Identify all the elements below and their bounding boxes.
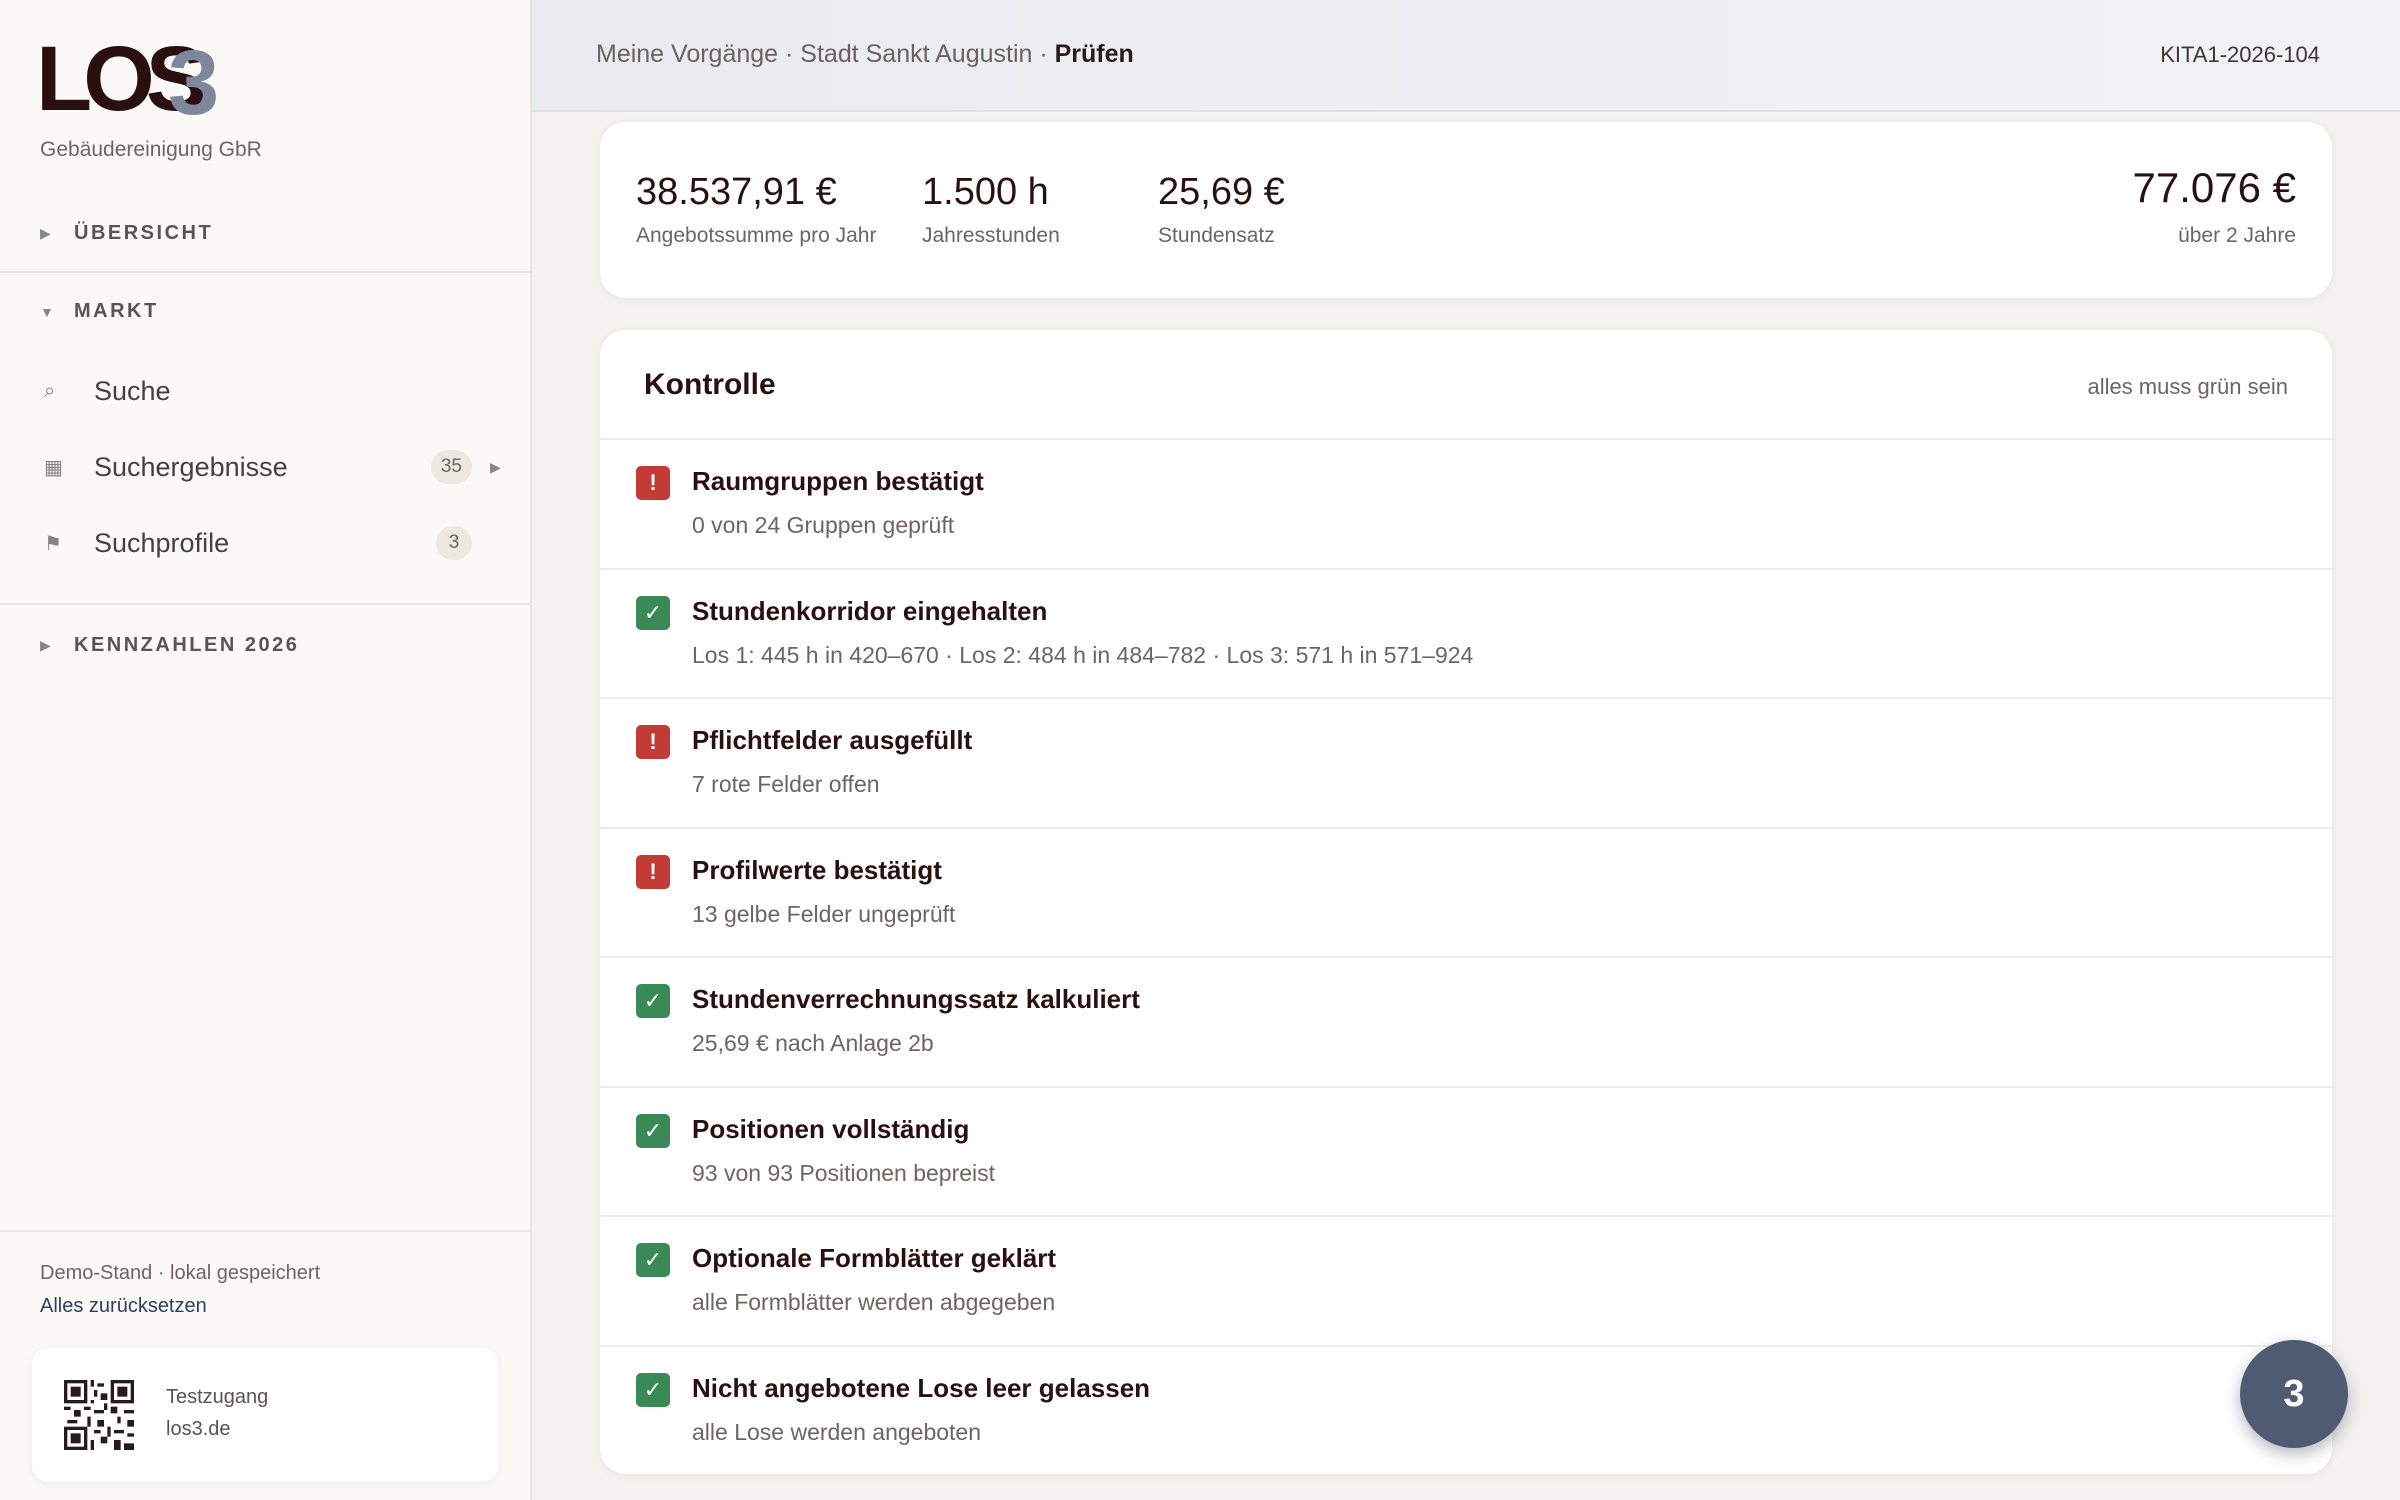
stat-label: Jahresstunden — [922, 224, 1060, 247]
check-title: Profilwerte bestätigt — [692, 854, 942, 885]
storage-status: Demo-Stand · lokal gespeichert — [40, 1262, 321, 1284]
notification-fab[interactable]: 3 — [2240, 1340, 2348, 1448]
control-hint: alles muss grün sein — [2087, 374, 2288, 399]
check-title: Optionale Formblätter geklärt — [692, 1243, 1057, 1273]
sidebar-item-search[interactable]: ⌕ Suche — [44, 366, 504, 416]
stat-label: Stundensatz — [1158, 224, 1275, 247]
check-item[interactable]: ✓ Positionen vollständig 93 von 93 Positio… — [600, 1088, 2332, 1217]
grid-icon: ▦ — [44, 456, 63, 479]
check-icon: ✓ — [636, 595, 670, 630]
alert-icon: ! — [636, 466, 670, 500]
control-header: Kontrolle alles muss grün sein — [600, 330, 2332, 440]
check-icon: ✓ — [636, 1372, 670, 1407]
control-title: Kontrolle — [644, 368, 776, 401]
sidebar-item-label: Suchergebnisse — [94, 451, 288, 482]
sidebar-item-label: Suche — [94, 375, 171, 406]
sidebar: LOS 3 Gebäudereinigung GbR ▶ ÜBERSICHT ▼… — [0, 0, 532, 1500]
check-item[interactable]: ✓ Optionale Formblätter geklärt alle Formb… — [600, 1217, 2332, 1347]
check-title: Raumgruppen bestätigt — [692, 466, 984, 496]
stat-label: Angebotssumme pro Jahr — [636, 224, 877, 247]
breadcrumb: Meine Vorgänge · Stadt Sankt Augustin · … — [596, 40, 1134, 69]
check-title: Pflichtfelder ausgefüllt — [692, 725, 973, 755]
check-item[interactable]: ✓ Nicht angebotene Lose leer gelassen alle… — [600, 1347, 2332, 1475]
check-item[interactable]: ✓ Stundenkorridor eingehalten Los 1: 445 h… — [600, 570, 2332, 699]
control-card: Kontrolle alles muss grün sein ! Raumgrup… — [600, 330, 2332, 1474]
check-detail: alle Formblätter werden abgegeben — [692, 1289, 1056, 1315]
reset-all-link[interactable]: Alles zurücksetzen — [40, 1295, 207, 1318]
divider — [0, 603, 530, 605]
caret-right-icon[interactable]: ▶ — [490, 459, 504, 476]
test-access-url[interactable]: los3.de — [166, 1418, 231, 1441]
stat-value: 77.076 € — [2132, 164, 2297, 211]
section-label: KENNZAHLEN 2026 — [74, 634, 300, 656]
company-name: Gebäudereinigung GbR — [40, 138, 262, 161]
stat-label: über 2 Jahre — [2178, 224, 2296, 247]
stat-value: 38.537,91 € — [636, 171, 837, 213]
top-bar: Meine Vorgänge · Stadt Sankt Augustin · … — [532, 0, 2400, 112]
check-title: Stundenverrechnungssatz kalkuliert — [692, 984, 1140, 1014]
check-detail: 93 von 93 Positionen bepreist — [692, 1159, 996, 1186]
breadcrumb-path[interactable]: Meine Vorgänge · Stadt Sankt Augustin · — [596, 40, 1055, 68]
check-detail: Los 1: 445 h in 420–670 · Los 2: 484 h i… — [692, 641, 1474, 668]
check-detail: 7 rote Felder offen — [692, 771, 880, 797]
check-icon: ✓ — [636, 984, 670, 1018]
sidebar-item-label: Suchprofile — [94, 527, 230, 558]
check-detail: 0 von 24 Gruppen geprüft — [692, 512, 955, 538]
check-title: Stundenkorridor eingehalten — [692, 595, 1048, 626]
check-list: ! Raumgruppen bestätigt 0 von 24 Gruppen g… — [600, 440, 2332, 1474]
check-detail: alle Lose werden angeboten — [692, 1418, 982, 1445]
check-icon: ✓ — [636, 1113, 670, 1148]
stat-annual-hours: 1.500 h Jahresstunden — [922, 170, 1060, 248]
sidebar-item-search-results[interactable]: ▦ Suchergebnisse 35 ▶ — [44, 442, 504, 492]
check-item[interactable]: ! Raumgruppen bestätigt 0 von 24 Gruppen g… — [600, 440, 2332, 570]
brand-logo[interactable]: LOS 3 — [36, 33, 236, 129]
section-market[interactable]: ▼ MARKT — [40, 300, 159, 323]
caret-right-icon: ▶ — [40, 637, 51, 653]
check-title: Nicht angebotene Lose leer gelassen — [692, 1372, 1151, 1403]
logo-accent: 3 — [168, 32, 220, 134]
test-access-card[interactable]: Testzugang los3.de — [32, 1348, 498, 1482]
section-label: ÜBERSICHT — [74, 222, 214, 244]
check-item[interactable]: ! Pflichtfelder ausgefüllt 7 rote Felder o… — [600, 699, 2332, 829]
summary-card: 38.537,91 € Angebotssumme pro Jahr 1.500… — [600, 122, 2332, 298]
section-label: MARKT — [74, 300, 159, 322]
check-detail: 25,69 € nach Anlage 2b — [692, 1030, 934, 1056]
section-kpi[interactable]: ▶ KENNZAHLEN 2026 — [40, 634, 299, 657]
count-badge: 3 — [436, 526, 472, 560]
alert-icon: ! — [636, 854, 670, 889]
check-item[interactable]: ! Profilwerte bestätigt 13 gelbe Felder un… — [600, 829, 2332, 958]
section-overview[interactable]: ▶ ÜBERSICHT — [40, 222, 213, 245]
check-icon: ✓ — [636, 1243, 670, 1277]
alert-icon: ! — [636, 725, 670, 759]
check-detail: 13 gelbe Felder ungeprüft — [692, 900, 956, 927]
stat-value: 1.500 h — [922, 171, 1049, 213]
procedure-id: KITA1-2026-104 — [2160, 42, 2320, 67]
sidebar-item-search-profiles[interactable]: ⚑ Suchprofile 3 — [44, 518, 504, 568]
stat-annual-sum: 38.537,91 € Angebotssumme pro Jahr — [636, 170, 876, 248]
breadcrumb-current: Prüfen — [1054, 40, 1134, 68]
search-icon: ⌕ — [44, 379, 56, 402]
test-access-label: Testzugang — [166, 1386, 269, 1408]
caret-right-icon: ▶ — [40, 225, 51, 241]
stat-hourly-rate: 25,69 € Stundensatz — [1158, 170, 1285, 248]
count-badge: 35 — [430, 450, 472, 484]
check-item[interactable]: ✓ Stundenverrechnungssatz kalkuliert 25,69… — [600, 958, 2332, 1088]
qr-code-icon — [64, 1380, 134, 1450]
stat-value: 25,69 € — [1158, 171, 1285, 213]
caret-down-icon: ▼ — [40, 303, 54, 320]
divider — [0, 271, 530, 273]
flag-icon: ⚑ — [44, 532, 62, 555]
check-title: Positionen vollständig — [692, 1113, 970, 1144]
divider — [0, 1230, 530, 1232]
stat-total: 77.076 € über 2 Jahre — [2133, 164, 2297, 248]
